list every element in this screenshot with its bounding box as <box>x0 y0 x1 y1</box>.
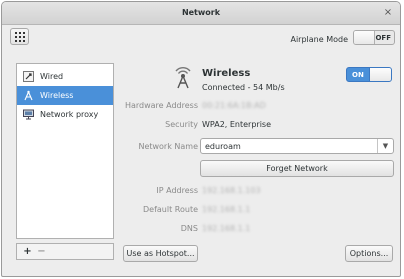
sidebar-item-wired[interactable]: Wired <box>17 67 113 86</box>
connection-status: Connected - 54 Mb/s <box>202 83 285 92</box>
sidebar-button-bar: + − <box>16 243 114 260</box>
window-title: Network <box>181 8 221 17</box>
ip-address-label: IP Address <box>156 186 198 195</box>
security-value: WPA2, Enterprise <box>202 120 272 129</box>
airplane-mode-label: Airplane Mode <box>290 35 348 44</box>
grid-icon <box>19 32 21 34</box>
ip-address-value: 192.168.1.103 <box>202 186 261 195</box>
network-name-label: Network Name <box>138 142 198 151</box>
airplane-mode-toggle[interactable]: OFF <box>353 30 395 45</box>
default-route-value: 192.168.1.1 <box>202 205 251 214</box>
network-name-value: eduroam <box>205 142 241 151</box>
device-name: Wireless <box>202 68 251 79</box>
toggle-knob <box>369 68 391 81</box>
wireless-power-toggle[interactable]: ON <box>346 67 392 82</box>
wireless-toggle-state: ON <box>352 71 364 79</box>
dns-value: 192.168.1.1 <box>202 224 251 233</box>
default-route-label: Default Route <box>143 205 198 214</box>
sidebar-item-label: Network proxy <box>40 110 99 119</box>
toolbar: Airplane Mode OFF <box>2 25 400 51</box>
hardware-address-label: Hardware Address <box>124 101 198 110</box>
grid-icon <box>15 40 17 42</box>
network-name-select[interactable]: eduroam ▼ <box>200 138 394 154</box>
grid-icon <box>15 32 17 34</box>
sidebar-item-label: Wired <box>40 72 64 81</box>
proxy-icon <box>23 109 34 120</box>
options-button[interactable]: Options... <box>345 245 393 262</box>
grid-icon <box>19 40 21 42</box>
airplane-toggle-state: OFF <box>375 34 391 42</box>
sidebar-item-label: Wireless <box>40 91 74 100</box>
grid-icon <box>23 40 25 42</box>
dns-label: DNS <box>180 224 198 233</box>
toggle-knob <box>354 31 375 44</box>
title-bar: Network × <box>2 2 400 25</box>
forget-network-button[interactable]: Forget Network <box>200 160 394 177</box>
grid-icon <box>23 36 25 38</box>
app-grid-button[interactable] <box>10 28 29 45</box>
hardware-address-value: 00:21:6A:1B:AD <box>202 101 266 110</box>
grid-icon <box>15 36 17 38</box>
add-device-button[interactable]: + <box>22 246 33 257</box>
wireless-icon <box>24 90 33 101</box>
wireless-antenna-icon <box>175 67 191 89</box>
remove-device-button[interactable]: − <box>36 246 47 257</box>
use-as-hotspot-button[interactable]: Use as Hotspot... <box>123 245 198 262</box>
wired-icon <box>23 71 34 82</box>
grid-icon <box>23 32 25 34</box>
network-window: Network × Airplane Mode OFF Wired Wirele… <box>1 1 401 277</box>
grid-icon <box>19 36 21 38</box>
security-label: Security <box>165 120 198 129</box>
close-button[interactable]: × <box>381 6 395 20</box>
chevron-down-icon[interactable]: ▼ <box>377 139 393 153</box>
